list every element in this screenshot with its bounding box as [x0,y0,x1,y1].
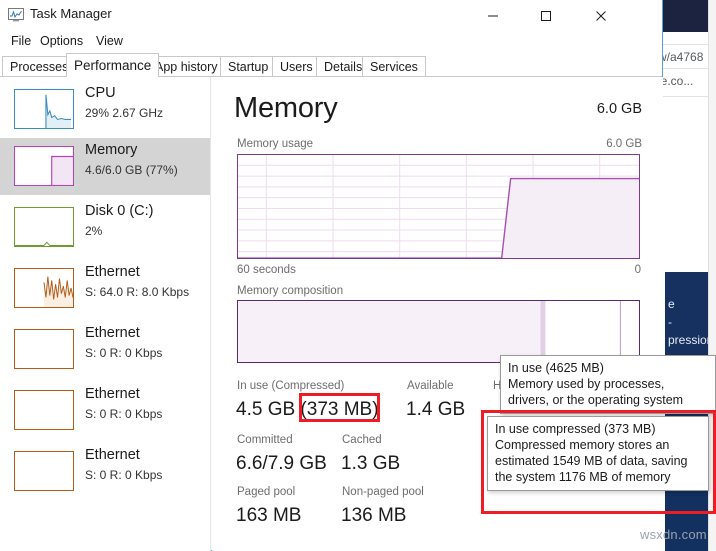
sidebar-item-ethernet-4[interactable]: Ethernet S: 0 R: 0 Kbps [0,443,210,500]
sidebar-item-detail: 4.6/6.0 GB (77%) [85,163,178,177]
sidebar-item-detail: S: 0 R: 0 Kbps [85,407,163,421]
usage-graph-max: 6.0 GB [606,138,642,150]
window-title: Task Manager [30,6,112,21]
sidebar-item-ethernet-3[interactable]: Ethernet S: 0 R: 0 Kbps [0,382,210,439]
sidebar-item-label: Ethernet [85,264,140,280]
stat-value-paged-pool: 163 MB [236,505,302,526]
tab-services[interactable]: Services [362,56,426,76]
stat-label-non-paged-pool: Non-paged pool [342,486,424,498]
task-manager-icon [8,8,24,22]
menu-item-view[interactable]: View [92,33,127,49]
tooltip-in-use-compressed: In use compressed (373 MB) Compressed me… [487,416,709,491]
page-title: Memory [234,92,338,124]
minimize-icon [488,15,498,16]
composition-label: Memory composition [237,285,344,297]
background-dark-line-2: - [668,315,672,329]
cpu-mini-graph [14,89,74,129]
sidebar-item-cpu[interactable]: CPU 29% 2.67 GHz [0,81,210,138]
stat-label-cached: Cached [342,434,382,446]
ethernet-mini-graph [14,268,74,308]
sidebar-item-ethernet-1[interactable]: Ethernet S: 64.0 R: 8.0 Kbps [0,260,210,317]
sidebar-item-memory[interactable]: Memory 4.6/6.0 GB (77%) [0,138,210,195]
tooltip-title: In use (4625 MB) [508,361,604,375]
resource-sidebar: CPU 29% 2.67 GHz Memory 4.6/6.0 GB (77%)… [0,77,211,551]
tooltip-in-use: In use (4625 MB) Memory used by processe… [500,355,716,414]
sidebar-item-detail: S: 64.0 R: 8.0 Kbps [85,285,190,299]
stat-label-available: Available [407,380,454,392]
tab-performance[interactable]: Performance [66,53,160,77]
usage-axis-right: 0 [634,264,641,276]
sidebar-item-detail: S: 0 R: 0 Kbps [85,468,163,482]
stat-value-in-use: 4.5 GB (373 MB) [236,399,379,420]
tab-strip: Processes Performance App history Startu… [0,53,662,77]
tab-users[interactable]: Users [272,56,321,76]
disk-mini-graph [14,207,74,247]
tab-startup[interactable]: Startup [220,56,277,76]
minimize-button[interactable] [470,0,516,31]
sidebar-item-label: Ethernet [85,447,140,463]
sidebar-item-detail: 29% 2.67 GHz [85,106,164,120]
stat-value-cached: 1.3 GB [341,453,401,474]
sidebar-item-ethernet-2[interactable]: Ethernet S: 0 R: 0 Kbps [0,321,210,378]
sidebar-item-label: CPU [85,85,116,101]
page-scrollbar[interactable] [708,0,716,551]
memory-usage-graph [237,154,640,259]
sidebar-item-label: Memory [85,142,138,158]
background-link-text: le.co... [658,74,694,88]
tooltip-title: In use compressed (373 MB) [495,422,656,436]
memory-total: 6.0 GB [596,101,642,117]
close-icon [596,10,606,21]
memory-composition-plot [238,301,639,362]
sidebar-item-label: Disk 0 (C:) [85,203,154,219]
memory-composition-bar [237,300,640,363]
background-dark-line-3: pression [668,333,714,347]
watermark: wsxdn.com [640,527,707,542]
stat-label-paged-pool: Paged pool [237,486,296,498]
tooltip-body: Compressed memory stores an estimated 15… [495,438,688,484]
menu-item-options[interactable]: Options [36,33,87,49]
menu-item-file[interactable]: File [7,33,35,49]
memory-usage-plot [238,155,639,258]
tooltip-body: Memory used by processes, drivers, or th… [508,377,684,407]
usage-graph-label: Memory usage [237,138,314,150]
stat-label-committed: Committed [237,434,293,446]
sidebar-item-detail: 2% [85,224,103,238]
sidebar-item-label: Ethernet [85,386,140,402]
menu-bar: File Options View [0,31,662,53]
memory-mini-graph [14,146,74,186]
close-button[interactable] [578,0,624,31]
maximize-button[interactable] [523,0,569,31]
stat-value-committed: 6.6/7.9 GB [236,453,327,474]
background-url-text: w/a4768 [658,50,704,64]
stat-value-non-paged-pool: 136 MB [341,505,407,526]
background-dark-line-1: e [668,297,675,311]
ethernet-mini-graph [14,390,74,430]
sidebar-item-label: Ethernet [85,325,140,341]
stat-value-available: 1.4 GB [406,399,466,420]
stat-label-in-use: In use (Compressed) [237,380,345,392]
title-bar[interactable]: Task Manager [0,0,662,31]
maximize-icon [541,10,551,21]
sidebar-item-detail: S: 0 R: 0 Kbps [85,346,163,360]
ethernet-mini-graph [14,451,74,491]
sidebar-item-disk[interactable]: Disk 0 (C:) 2% [0,199,210,256]
ethernet-mini-graph [14,329,74,369]
usage-axis-left: 60 seconds [237,264,296,276]
